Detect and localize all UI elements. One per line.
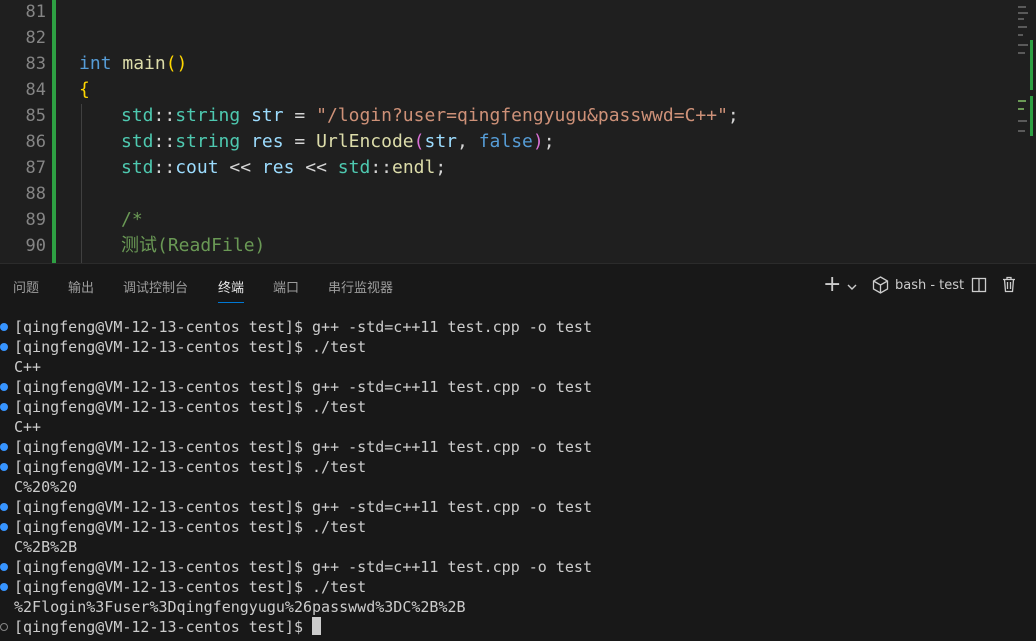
tab-problems[interactable]: 问题 — [13, 277, 39, 302]
code-text: { — [79, 79, 90, 100]
code-line[interactable]: 82 — [0, 25, 1016, 51]
trash-icon[interactable] — [1001, 276, 1017, 298]
terminal-line: [qingfeng@VM-12-13-centos test]$ ./test — [0, 337, 366, 357]
command-decoration-icon[interactable] — [0, 403, 8, 411]
terminal-line: [qingfeng@VM-12-13-centos test]$ ./test — [0, 577, 366, 597]
terminal-line: C%20%20 — [14, 478, 78, 496]
tab-debug-console[interactable]: 调试控制台 — [123, 277, 188, 302]
code-text: int main() — [79, 53, 188, 74]
terminal-line: [qingfeng@VM-12-13-centos test]$ g++ -st… — [0, 437, 592, 457]
command-decoration-icon[interactable] — [0, 623, 8, 631]
terminal-line: [qingfeng@VM-12-13-centos test]$ g++ -st… — [0, 497, 592, 517]
terminal-cursor — [312, 617, 322, 635]
tab-ports[interactable]: 端口 — [273, 277, 299, 302]
code-text: std::cout << res << std::endl; — [121, 157, 447, 178]
terminal-line: [qingfeng@VM-12-13-centos test]$ g++ -st… — [0, 377, 592, 397]
chevron-down-icon[interactable] — [846, 277, 858, 298]
line-number: 85 — [25, 106, 46, 126]
minimap[interactable] — [1016, 0, 1036, 263]
line-number: 81 — [25, 2, 46, 22]
terminal-cube-icon — [872, 276, 889, 299]
line-number: 89 — [25, 210, 46, 230]
terminal-name[interactable]: bash - test — [895, 278, 964, 293]
code-text: 测试(ReadFile) — [121, 235, 266, 256]
terminal-line: %2Flogin%3Fuser%3Dqingfengyugu%26passwwd… — [14, 598, 466, 616]
terminal-prompt-line[interactable]: [qingfeng@VM-12-13-centos test]$ — [0, 617, 322, 637]
command-decoration-icon[interactable] — [0, 463, 8, 471]
line-number: 86 — [25, 132, 46, 152]
tab-output[interactable]: 输出 — [68, 277, 94, 302]
split-terminal-icon[interactable] — [971, 277, 987, 298]
terminal-line: [qingfeng@VM-12-13-centos test]$ ./test — [0, 517, 366, 537]
terminal-line: [qingfeng@VM-12-13-centos test]$ g++ -st… — [0, 557, 592, 577]
line-number: 82 — [25, 28, 46, 48]
code-text: std::string str = "/login?user=qingfengy… — [121, 105, 739, 126]
tab-terminal[interactable]: 终端 — [218, 277, 245, 303]
terminal-line: C++ — [14, 358, 42, 376]
terminal-line: [qingfeng@VM-12-13-centos test]$ ./test — [0, 457, 366, 477]
line-number: 90 — [25, 236, 46, 256]
command-decoration-icon[interactable] — [0, 343, 8, 351]
code-editor[interactable]: 81 82 83 int main() 84 { 85 std::string … — [0, 0, 1036, 263]
code-text: /* — [121, 209, 143, 230]
command-decoration-icon[interactable] — [0, 383, 8, 391]
code-line[interactable]: 86 std::string res = UrlEncode(str, fals… — [0, 129, 1016, 155]
line-number: 88 — [25, 184, 46, 204]
code-line[interactable]: 90 测试(ReadFile) — [0, 233, 1016, 259]
command-decoration-icon[interactable] — [0, 323, 8, 331]
command-decoration-icon[interactable] — [0, 503, 8, 511]
terminal-line: [qingfeng@VM-12-13-centos test]$ g++ -st… — [0, 317, 592, 337]
terminal[interactable]: [qingfeng@VM-12-13-centos test]$ g++ -st… — [0, 307, 1036, 641]
tab-serial-monitor[interactable]: 串行监视器 — [328, 277, 393, 302]
code-line[interactable]: 89 /* — [0, 207, 1016, 233]
terminal-line: [qingfeng@VM-12-13-centos test]$ ./test — [0, 397, 366, 417]
code-text: std::string res = UrlEncode(str, false); — [121, 131, 555, 152]
command-decoration-icon[interactable] — [0, 523, 8, 531]
panel-header: 问题 输出 调试控制台 终端 端口 串行监视器 + bash - test — [0, 263, 1036, 308]
line-number: 83 — [25, 54, 46, 74]
line-number: 87 — [25, 158, 46, 178]
plus-icon[interactable]: + — [823, 272, 841, 297]
code-line[interactable]: 83 int main() — [0, 51, 1016, 77]
code-line[interactable]: 81 — [0, 0, 1016, 25]
code-line[interactable]: 87 std::cout << res << std::endl; — [0, 155, 1016, 181]
command-decoration-icon[interactable] — [0, 563, 8, 571]
code-line[interactable]: 84 { — [0, 77, 1016, 103]
terminal-line: C%2B%2B — [14, 538, 78, 556]
command-decoration-icon[interactable] — [0, 583, 8, 591]
code-line[interactable]: 85 std::string str = "/login?user=qingfe… — [0, 103, 1016, 129]
command-decoration-icon[interactable] — [0, 443, 8, 451]
terminal-line: C++ — [14, 418, 42, 436]
line-number: 84 — [25, 80, 46, 100]
code-line[interactable]: 88 — [0, 181, 1016, 207]
